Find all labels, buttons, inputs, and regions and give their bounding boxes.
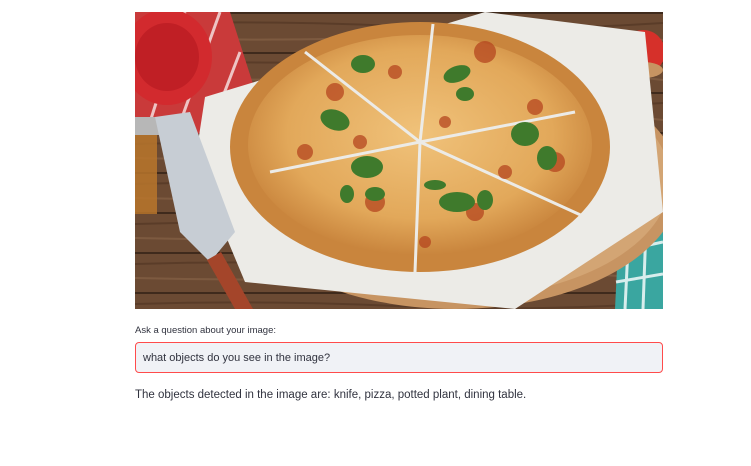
question-label: Ask a question about your image: [135, 325, 277, 336]
question-input[interactable] [136, 343, 662, 372]
main-container: Ask a question about your image: The obj… [135, 12, 663, 403]
answer-text: The objects detected in the image are: k… [135, 389, 527, 401]
uploaded-image [135, 12, 663, 309]
question-input-wrapper[interactable] [135, 342, 663, 373]
